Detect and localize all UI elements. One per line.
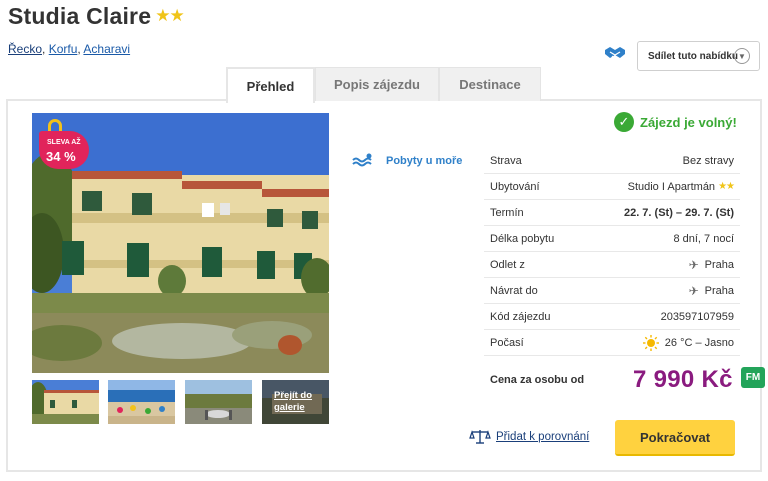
sea-waves-icon: [352, 153, 372, 167]
availability-status: ✓ Zájezd je volný!: [614, 112, 737, 132]
continue-button[interactable]: Pokračovat: [615, 420, 735, 456]
detail-row-weather: Počasí 26 °C – Jasno: [484, 330, 740, 356]
detail-value-wrap: Studio I Apartmán ★★: [627, 180, 735, 193]
price-value: 7 990 Kč: [633, 366, 733, 393]
detail-label: Termín: [490, 206, 524, 219]
plane-icon: ✈: [688, 283, 699, 298]
scale-icon: [469, 430, 491, 444]
thumbnail-beach[interactable]: [108, 380, 175, 424]
sale-badge-label: SLEVA AŽ: [47, 139, 81, 146]
detail-value-wrap: ✈ Praha: [689, 258, 734, 272]
check-circle-icon: ✓: [614, 112, 634, 132]
detail-value: 8 dní, 7 nocí: [673, 232, 734, 245]
detail-row-departure: Odlet z ✈ Praha: [484, 252, 740, 278]
tab-trip-description[interactable]: Popis zájezdu: [315, 67, 439, 101]
detail-value: 22. 7. (St) – 29. 7. (St): [623, 206, 734, 219]
detail-value: 203597107959: [660, 310, 734, 323]
detail-label: Počasí: [490, 336, 524, 349]
sun-icon: [642, 334, 659, 351]
breadcrumb-country-link[interactable]: Řecko: [8, 42, 42, 56]
gallery-link-thumbnail[interactable]: Přejít do galerie: [262, 380, 329, 424]
hotel-title: Studia Claire ★★: [8, 3, 185, 30]
sale-badge-value: 34 %: [46, 149, 76, 164]
detail-row-length: Délka pobytu 8 dní, 7 nocí: [484, 226, 740, 252]
detail-value-wrap: 26 °C – Jasno: [642, 334, 734, 351]
breadcrumb: Řecko, Korfu, Acharavi: [8, 42, 131, 56]
detail-label: Návrat do: [490, 284, 538, 297]
detail-value: 26 °C – Jasno: [664, 336, 734, 349]
breadcrumb-town-link[interactable]: Acharavi: [83, 42, 130, 56]
add-to-compare-label: Přidat k porovnání: [496, 431, 590, 443]
detail-label: Odlet z: [490, 258, 525, 271]
availability-text: Zájezd je volný!: [640, 114, 737, 130]
chevron-down-icon: ▼: [734, 48, 750, 64]
trip-details-table: Strava Bez stravy Ubytování Studio I Apa…: [484, 148, 740, 356]
first-minute-badge: FM: [741, 367, 765, 388]
detail-value: Studio I Apartmán: [627, 180, 716, 193]
thumbnail-building[interactable]: [32, 380, 99, 424]
thumbnail-terrace[interactable]: [185, 380, 252, 424]
tab-destination[interactable]: Destinace: [439, 67, 541, 101]
tab-overview[interactable]: Přehled: [226, 67, 315, 103]
handshake-icon[interactable]: [604, 44, 626, 62]
detail-value-wrap: ✈ Praha: [689, 284, 734, 298]
add-to-compare-link[interactable]: Přidat k porovnání: [469, 429, 589, 445]
detail-row-code: Kód zájezdu 203597107959: [484, 304, 740, 330]
accommodation-stars: ★★: [718, 181, 735, 192]
detail-label: Kód zájezdu: [490, 310, 551, 323]
detail-row-date: Termín 22. 7. (St) – 29. 7. (St): [484, 200, 740, 226]
detail-row-board: Strava Bez stravy: [484, 148, 740, 174]
hotel-name: Studia Claire: [8, 3, 152, 29]
sale-badge: SLEVA AŽ 34 %: [39, 119, 89, 171]
price-label: Cena za osobu od: [490, 374, 585, 386]
detail-row-return: Návrat do ✈ Praha: [484, 278, 740, 304]
detail-label: Strava: [490, 154, 522, 167]
hotel-stars: ★★: [155, 6, 185, 25]
detail-value: Praha: [704, 284, 734, 297]
share-offer-button[interactable]: Sdílet tuto nabídku ▼: [637, 41, 760, 71]
breadcrumb-island-link[interactable]: Korfu: [49, 42, 78, 56]
plane-icon: ✈: [688, 257, 699, 272]
detail-label: Ubytování: [490, 180, 540, 193]
detail-value: Bez stravy: [682, 154, 734, 167]
detail-label: Délka pobytu: [490, 232, 555, 245]
tab-bar: Přehled Popis zájezdu Destinace: [226, 67, 541, 103]
trip-type-link[interactable]: Pobyty u moře: [386, 155, 462, 167]
detail-row-accommodation: Ubytování Studio I Apartmán ★★: [484, 174, 740, 200]
detail-value: Praha: [704, 258, 734, 271]
go-to-gallery-link[interactable]: Přejít do galerie: [274, 390, 324, 414]
share-offer-label: Sdílet tuto nabídku: [648, 50, 738, 62]
